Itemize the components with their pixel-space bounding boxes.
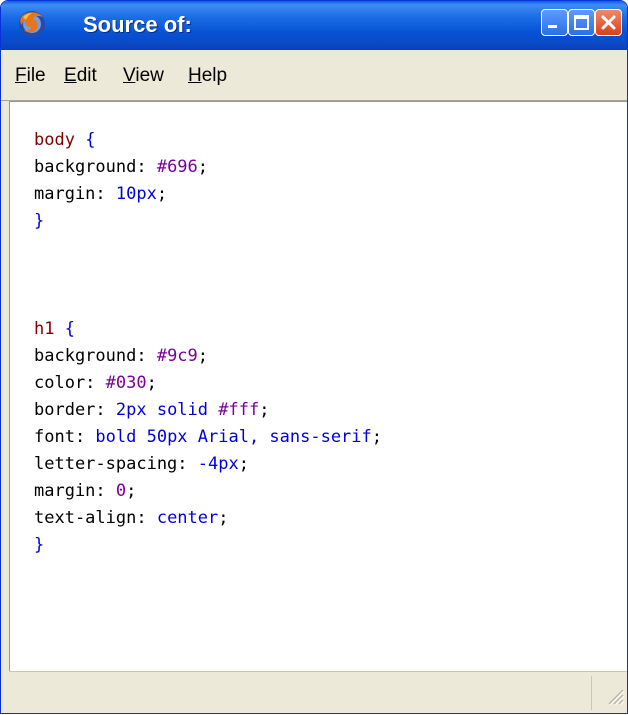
code-token: { [64, 319, 75, 339]
close-icon [601, 15, 616, 30]
code-token: #fff [218, 400, 260, 420]
source-line: border: 2px solid #fff; [34, 397, 382, 424]
code-token: body [34, 130, 75, 150]
code-token: h1 [34, 319, 55, 339]
code-token: 10px [115, 184, 157, 204]
code-token: -4px [197, 454, 239, 474]
code-token: } [34, 211, 45, 231]
source-line: margin: 10px; [34, 181, 382, 208]
code-token: letter-spacing: [34, 454, 198, 474]
code-token: ; [218, 508, 229, 528]
code-token: ; [238, 454, 249, 474]
source-line: font: bold 50px Arial, sans-serif; [34, 424, 382, 451]
code-token: ; [197, 157, 209, 177]
code-token: center [156, 508, 219, 528]
code-token: ; [259, 400, 270, 420]
code-token: { [85, 130, 96, 150]
menu-view[interactable]: View [123, 65, 164, 87]
code-token: margin: [34, 481, 116, 501]
menu-file[interactable]: File [15, 65, 46, 87]
resize-grip-icon[interactable] [605, 686, 625, 706]
code-token: ; [156, 184, 168, 204]
view-source-window: Source of: File Edit View Help body {bac… [0, 0, 628, 714]
minimize-icon [548, 25, 557, 28]
source-line: } [34, 532, 382, 559]
code-token: ; [126, 481, 137, 501]
source-line: text-align: center; [34, 505, 382, 532]
source-line: background: #696; [34, 154, 382, 181]
title-bar[interactable]: Source of: [1, 1, 627, 50]
status-bar [9, 671, 627, 713]
code-token: bold 50px Arial, sans-serif [95, 427, 372, 447]
minimize-button[interactable] [541, 9, 568, 36]
code-token: border: [34, 400, 116, 420]
firefox-icon [19, 11, 45, 37]
code-token: ; [146, 373, 157, 393]
code-token: #9c9 [156, 346, 198, 366]
code-token: ; [197, 346, 209, 366]
close-button[interactable] [595, 9, 622, 36]
code-token: ; [371, 427, 383, 447]
code-token: margin: [34, 184, 116, 204]
menu-bar: File Edit View Help [1, 50, 627, 101]
code-token: 0 [115, 481, 127, 501]
status-divider [591, 676, 592, 710]
code-token: } [34, 535, 45, 555]
window-title: Source of: [83, 12, 192, 37]
source-line: body { [34, 127, 382, 154]
code-token: 2px solid [115, 400, 219, 420]
source-line: color: #030; [34, 370, 382, 397]
source-line [34, 289, 382, 316]
code-token: font: [34, 427, 96, 447]
code-token: text-align: [34, 508, 157, 528]
source-code: body {background: #696; margin: 10px;} h1 … [34, 127, 382, 559]
maximize-icon [574, 15, 589, 30]
source-line: } [34, 208, 382, 235]
code-token: #030 [105, 373, 147, 393]
source-line: margin: 0; [34, 478, 382, 505]
source-line: letter-spacing: -4px; [34, 451, 382, 478]
code-token: #696 [156, 157, 198, 177]
source-view[interactable]: body {background: #696; margin: 10px;} h1 … [9, 101, 627, 672]
menu-edit[interactable]: Edit [64, 65, 97, 87]
source-line: h1 { [34, 316, 382, 343]
source-line [34, 262, 382, 289]
code-token: background: [34, 157, 157, 177]
source-line [34, 235, 382, 262]
menu-help[interactable]: Help [188, 65, 227, 87]
code-token: background: [34, 346, 157, 366]
source-line: background: #9c9; [34, 343, 382, 370]
code-token: color: [34, 373, 106, 393]
maximize-button[interactable] [568, 9, 595, 36]
